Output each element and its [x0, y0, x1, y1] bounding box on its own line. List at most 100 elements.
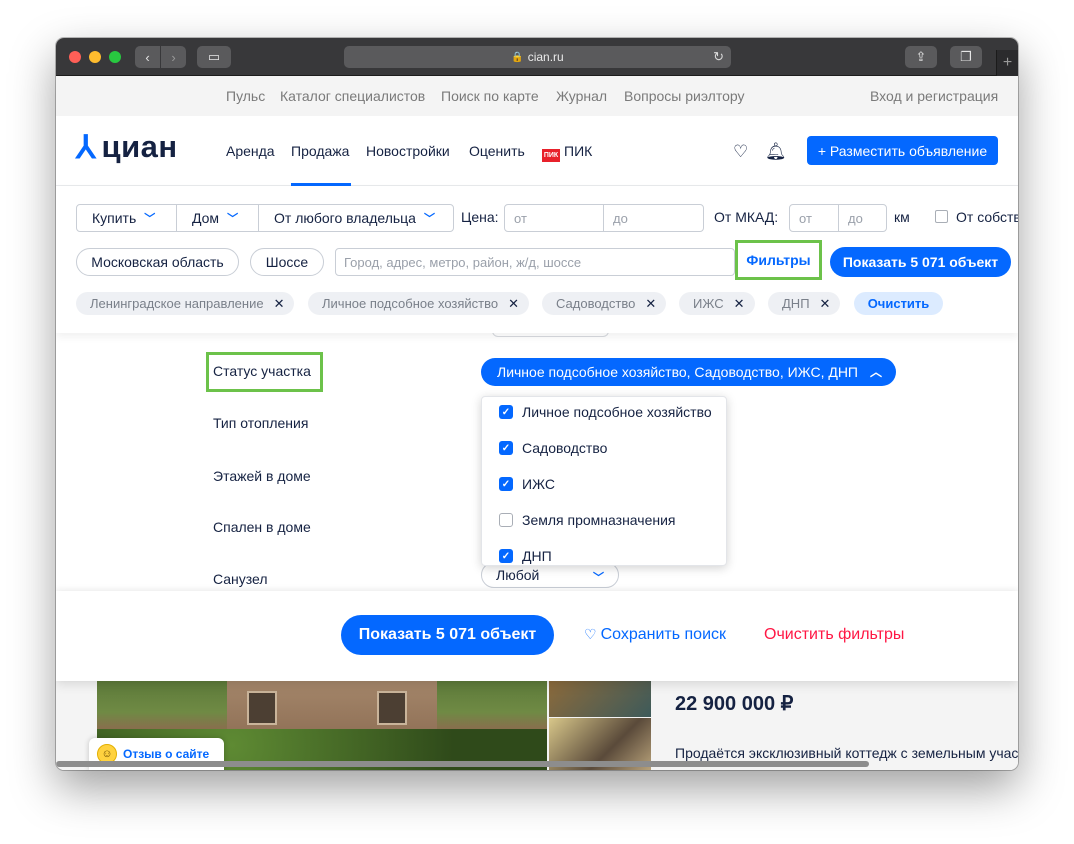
- checkbox-unchecked-icon[interactable]: [499, 513, 513, 527]
- close-icon[interactable]: ✕: [274, 296, 285, 312]
- chevron-down-icon: ﹀: [423, 213, 435, 225]
- checkbox-checked-icon[interactable]: ✓: [499, 441, 513, 455]
- nav-new-buildings[interactable]: Новостройки: [366, 143, 450, 159]
- share-icon[interactable]: ⇪: [905, 46, 937, 68]
- window-shape: [377, 691, 407, 725]
- save-search-label: Сохранить поиск: [600, 626, 727, 643]
- feedback-label: Отзыв о сайте: [123, 747, 210, 761]
- region-pill[interactable]: Московская область: [76, 248, 239, 276]
- location-search-input[interactable]: Город, адрес, метро, район, ж/д, шоссе: [335, 248, 735, 276]
- save-search-link[interactable]: ♡ Сохранить поиск: [584, 626, 726, 644]
- window-shape: [247, 691, 277, 725]
- price-to-input[interactable]: до: [604, 205, 703, 231]
- filter-tag[interactable]: Ленинградское направление ✕: [76, 292, 295, 315]
- owner-only-checkbox[interactable]: [935, 210, 948, 223]
- status-label: Статус участка: [213, 363, 311, 379]
- horizontal-scrollbar[interactable]: [56, 761, 869, 767]
- status-option-label: Личное подсобное хозяйство: [522, 404, 712, 420]
- mkad-from-input[interactable]: от: [790, 205, 839, 231]
- filter-tag[interactable]: Садоводство ✕: [542, 292, 667, 315]
- bathroom-label: Санузел: [213, 571, 268, 587]
- status-option[interactable]: ✓ Личное подсобное хозяйство: [499, 402, 712, 422]
- bedrooms-label: Спален в доме: [213, 519, 311, 535]
- nav-rent[interactable]: Аренда: [226, 143, 275, 159]
- owner-select[interactable]: От любого владельца ﹀: [259, 205, 453, 231]
- pik-logo-icon: ПИК: [542, 149, 560, 162]
- chevron-down-icon: ﹀: [144, 213, 156, 225]
- land-status-dropdown: ✓ Личное подсобное хозяйство ✓ Садоводство…: [481, 396, 727, 566]
- filter-tag-label: ДНП: [782, 296, 810, 311]
- property-type-select[interactable]: Дом ﹀: [177, 205, 259, 231]
- filter-tag-label: ИЖС: [693, 296, 724, 311]
- nav-sale[interactable]: Продажа: [291, 143, 349, 159]
- show-results-button-top[interactable]: Показать 5 071 объект: [830, 247, 1011, 277]
- floors-label: Этажей в доме: [213, 468, 311, 484]
- browser-titlebar: ‹ › ▭ 🔒 cian.ru ↻ ⇪ ❐ +: [56, 38, 1018, 76]
- show-results-button[interactable]: Показать 5 071 объект: [341, 615, 554, 655]
- sidebar-toggle-icon[interactable]: ▭: [197, 46, 231, 68]
- highway-pill[interactable]: Шоссе: [250, 248, 324, 276]
- filter-tag-label: Ленинградское направление: [90, 296, 264, 311]
- cian-logo[interactable]: ⅄ циан: [76, 124, 178, 170]
- filter-tag[interactable]: ДНП ✕: [768, 292, 841, 315]
- status-option[interactable]: Земля промназначения: [499, 510, 676, 530]
- back-icon[interactable]: ‹: [135, 46, 160, 68]
- status-option-label: ДНП: [522, 548, 552, 564]
- close-icon[interactable]: ✕: [734, 296, 745, 312]
- filter-action-bar: Показать 5 071 объект ♡ Сохранить поиск О…: [56, 591, 1018, 681]
- notifications-bell-icon[interactable]: 🔔︎: [765, 142, 787, 162]
- filter-tag[interactable]: Личное подсобное хозяйство ✕: [308, 292, 530, 315]
- status-option[interactable]: ✓ ИЖС: [499, 474, 555, 494]
- login-link[interactable]: Вход и регистрация: [870, 88, 998, 104]
- listing-card[interactable]: 22 900 000 ₽ Продаётся эксклюзивный котт…: [56, 681, 1018, 770]
- new-tab-icon[interactable]: +: [996, 50, 1018, 76]
- nav-pik[interactable]: ПИК ПИК: [542, 143, 592, 162]
- status-option[interactable]: ✓ Садоводство: [499, 438, 607, 458]
- checkbox-checked-icon[interactable]: ✓: [499, 477, 513, 491]
- status-option[interactable]: ✓ ДНП: [499, 546, 552, 565]
- minimize-window-button[interactable]: [89, 51, 101, 63]
- logo-pin-icon: ⅄: [76, 129, 96, 165]
- nav-pik-label: ПИК: [564, 143, 593, 159]
- logo-text: циан: [101, 129, 178, 164]
- toplink-pulse[interactable]: Пульс: [226, 88, 265, 104]
- clear-tags-button[interactable]: Очистить: [854, 292, 943, 315]
- deal-select[interactable]: Купить ﹀: [77, 205, 177, 231]
- url-text: cian.ru: [527, 50, 564, 64]
- filter-tag[interactable]: ИЖС ✕: [679, 292, 755, 315]
- close-icon[interactable]: ✕: [820, 296, 831, 312]
- listing-thumb-photo[interactable]: [549, 681, 651, 717]
- land-status-select[interactable]: Личное подсобное хозяйство, Садоводство,…: [481, 358, 896, 386]
- clear-filters-link[interactable]: Очистить фильтры: [764, 626, 904, 644]
- bathroom-select-value: Любой: [496, 567, 540, 583]
- zoom-window-button[interactable]: [109, 51, 121, 63]
- favorites-heart-icon[interactable]: ♡: [733, 142, 748, 162]
- forward-icon[interactable]: ›: [161, 46, 186, 68]
- mkad-range: от до: [789, 204, 887, 232]
- price-from-input[interactable]: от: [505, 205, 604, 231]
- price-range: от до: [504, 204, 704, 232]
- chevron-up-icon: ︿: [869, 365, 882, 379]
- close-window-button[interactable]: [69, 51, 81, 63]
- browser-window: ‹ › ▭ 🔒 cian.ru ↻ ⇪ ❐ + Пульс Каталог сп…: [56, 38, 1018, 770]
- tabs-overview-icon[interactable]: ❐: [950, 46, 982, 68]
- filters-link[interactable]: Фильтры: [735, 240, 822, 280]
- listing-price: 22 900 000 ₽: [675, 693, 794, 715]
- reload-icon[interactable]: ↻: [713, 49, 724, 65]
- status-option-label: Садоводство: [522, 440, 608, 456]
- toplink-specialists[interactable]: Каталог специалистов: [280, 88, 425, 104]
- mkad-to-input[interactable]: до: [839, 205, 886, 231]
- toplink-journal[interactable]: Журнал: [556, 88, 607, 104]
- close-icon[interactable]: ✕: [508, 296, 519, 312]
- toplink-map-search[interactable]: Поиск по карте: [441, 88, 539, 104]
- nav-estimate[interactable]: Оценить: [469, 143, 525, 159]
- chevron-down-icon: ﹀: [227, 213, 239, 225]
- post-listing-button[interactable]: + Разместить объявление: [807, 136, 998, 165]
- checkbox-checked-icon[interactable]: ✓: [499, 549, 513, 563]
- site-header: ⅄ циан Аренда Продажа Новостройки Оценит…: [56, 116, 1018, 186]
- close-icon[interactable]: ✕: [645, 296, 656, 312]
- checkbox-checked-icon[interactable]: ✓: [499, 405, 513, 419]
- address-bar[interactable]: 🔒 cian.ru ↻: [344, 46, 731, 68]
- extended-filters-panel: Статус участка Тип отопления Этажей в до…: [56, 329, 1018, 591]
- toplink-realtor-questions[interactable]: Вопросы риэлтору: [624, 88, 745, 104]
